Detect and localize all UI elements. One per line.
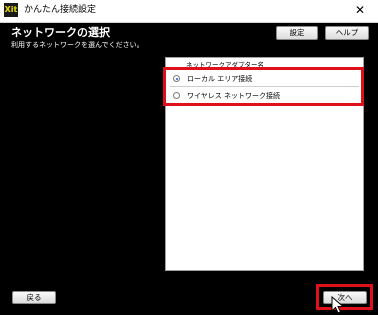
network-adapter-list: ネットワークアダプター名 ローカル エリア接続 ワイヤレス ネットワーク接続 [165,57,364,271]
back-button[interactable]: 戻る [12,291,56,304]
list-column-header: ネットワークアダプター名 [186,61,264,69]
list-item-label: ワイヤレス ネットワーク接続 [187,92,281,100]
page-title: ネットワークの選択 [11,26,110,39]
radio-button[interactable] [173,92,180,99]
radio-button-selected[interactable] [173,75,180,82]
next-button[interactable]: 次へ [323,291,367,304]
close-icon[interactable]: ✕ [352,2,368,18]
app-window: Xit かんたん接続設定 ✕ ネットワークの選択 利用するネットワークを選んでく… [0,0,378,315]
list-item-label: ローカル エリア接続 [187,75,253,83]
list-item-local-area-connection[interactable]: ローカル エリア接続 [166,71,365,87]
divider [170,103,359,104]
divider [170,86,359,87]
app-logo-icon: Xit [4,3,18,17]
settings-button[interactable]: 設定 [276,26,318,40]
page-subtitle: 利用するネットワークを選んでください。 [11,41,144,49]
window-title: かんたん接続設定 [24,5,97,15]
title-bar: Xit かんたん接続設定 ✕ [0,0,378,23]
help-button[interactable]: ヘルプ [325,26,369,40]
list-item-wireless-connection[interactable]: ワイヤレス ネットワーク接続 [166,88,365,104]
